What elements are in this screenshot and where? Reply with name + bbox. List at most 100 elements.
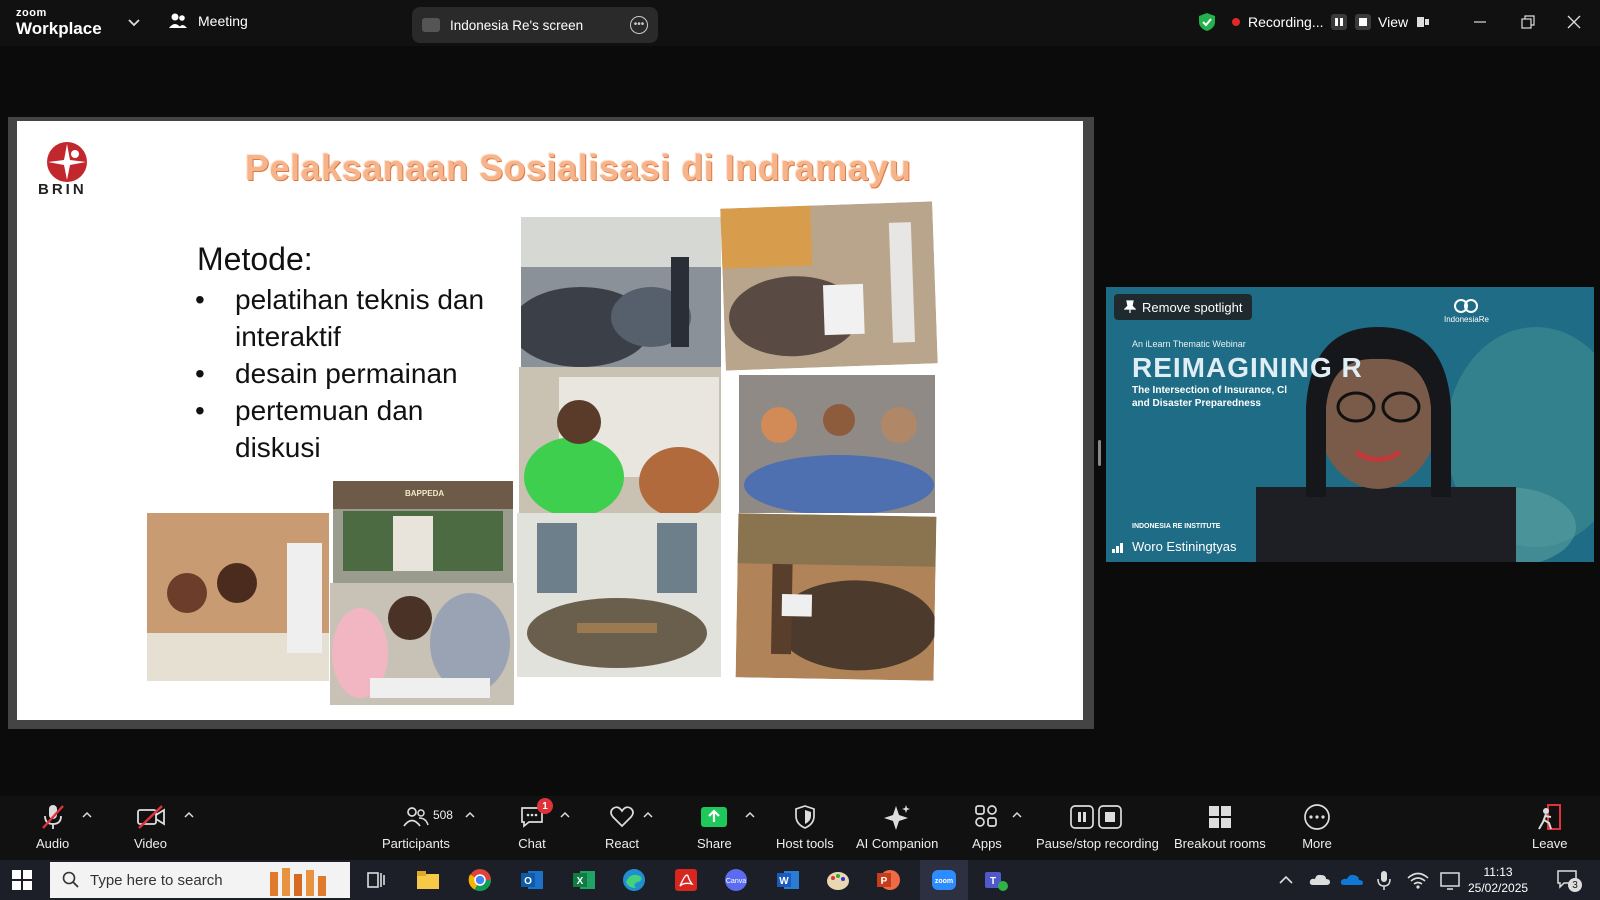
photo-floor-discussion bbox=[739, 375, 935, 513]
pause-stop-recording-button[interactable]: Pause/stop recording bbox=[1036, 802, 1159, 851]
share-button[interactable]: Share bbox=[697, 802, 732, 851]
close-icon bbox=[1567, 15, 1581, 29]
restore-icon bbox=[1521, 15, 1535, 29]
photo-village-meeting bbox=[517, 513, 721, 677]
microphone-tray-icon[interactable] bbox=[1370, 866, 1398, 894]
more-options-icon[interactable]: ••• bbox=[630, 16, 648, 34]
indonesiare-logo: IndonesiaRe bbox=[1444, 299, 1489, 324]
close-button[interactable] bbox=[1560, 10, 1588, 34]
meeting-info[interactable]: Meeting bbox=[168, 12, 248, 30]
chat-unread-badge: 1 bbox=[537, 798, 553, 814]
react-button[interactable]: React bbox=[605, 802, 639, 851]
ai-companion-label: AI Companion bbox=[856, 836, 939, 851]
chat-options-chevron-icon[interactable] bbox=[560, 810, 570, 820]
restore-button[interactable] bbox=[1514, 10, 1542, 34]
chat-label: Chat bbox=[518, 836, 546, 851]
excel-icon[interactable]: X bbox=[570, 866, 598, 894]
chat-button[interactable]: 1 Chat bbox=[517, 798, 553, 851]
participants-options-chevron-icon[interactable] bbox=[465, 810, 475, 820]
video-button[interactable]: Video bbox=[134, 802, 167, 851]
screen-share-icon bbox=[422, 18, 440, 32]
recording-status: Recording... bbox=[1198, 12, 1372, 32]
meeting-icon bbox=[169, 13, 187, 28]
more-icon bbox=[1304, 804, 1330, 830]
show-hidden-icons-chevron-icon[interactable] bbox=[1272, 866, 1300, 894]
file-explorer-icon[interactable] bbox=[414, 866, 442, 894]
pause-stop-recording-label: Pause/stop recording bbox=[1036, 836, 1159, 851]
leave-label: Leave bbox=[1532, 836, 1568, 851]
svg-text:zoom: zoom bbox=[935, 878, 953, 885]
participants-button[interactable]: 508 Participants bbox=[382, 802, 453, 851]
teams-icon[interactable]: T bbox=[982, 866, 1010, 894]
search-highlight-icon bbox=[270, 868, 326, 896]
meeting-controls-toolbar: Audio Video 508 Participants 1 Chat Reac… bbox=[0, 796, 1600, 860]
speaker-video-tile[interactable]: An iLearn Thematic Webinar REIMAGINING R… bbox=[1106, 287, 1594, 562]
ai-companion-button[interactable]: AI Companion bbox=[856, 802, 938, 851]
leave-button[interactable]: Leave bbox=[1532, 802, 1567, 851]
display-settings-icon[interactable] bbox=[1436, 866, 1464, 894]
method-item: pertemuan dan diskusi bbox=[195, 392, 495, 466]
zoom-workplace-logo[interactable]: zoom Workplace bbox=[16, 8, 102, 38]
video-off-icon bbox=[136, 805, 165, 829]
react-options-chevron-icon[interactable] bbox=[643, 810, 653, 820]
zoom-window: zoom Workplace Meeting Indonesia Re's sc… bbox=[0, 0, 1600, 900]
notification-center-button[interactable]: 3 bbox=[1556, 868, 1582, 892]
split-resize-handle[interactable] bbox=[1098, 440, 1101, 466]
chrome-icon[interactable] bbox=[466, 866, 494, 894]
photo-village-meeting-image bbox=[517, 513, 721, 677]
video-label: Video bbox=[134, 836, 168, 851]
edge-icon[interactable] bbox=[620, 866, 648, 894]
recording-dot-icon bbox=[1232, 18, 1240, 26]
outlook-icon[interactable]: O bbox=[518, 866, 546, 894]
speaker-video-image bbox=[1106, 287, 1594, 562]
indonesiare-logo-icon bbox=[1454, 299, 1479, 313]
shared-screen-pill[interactable]: Indonesia Re's screen ••• bbox=[412, 7, 658, 43]
apps-button[interactable]: Apps bbox=[972, 802, 1002, 851]
view-menu[interactable]: View bbox=[1378, 14, 1430, 30]
stop-recording-button[interactable] bbox=[1355, 14, 1372, 30]
webinar-title: REIMAGINING R bbox=[1132, 352, 1363, 383]
shield-icon bbox=[795, 805, 815, 829]
method-item: pelatihan teknis dan interaktif bbox=[195, 281, 495, 355]
word-icon[interactable]: W bbox=[774, 866, 802, 894]
wifi-icon[interactable] bbox=[1404, 866, 1432, 894]
method-heading: Metode: bbox=[197, 241, 313, 277]
photo-field-gathering-image bbox=[735, 513, 937, 681]
encryption-shield-icon[interactable] bbox=[1198, 12, 1216, 32]
zoom-icon[interactable]: zoom bbox=[930, 866, 958, 894]
taskbar-clock[interactable]: 11:13 25/02/2025 bbox=[1468, 864, 1528, 896]
breakout-rooms-label: Breakout rooms bbox=[1174, 836, 1266, 851]
powerpoint-icon[interactable]: P bbox=[874, 866, 902, 894]
audio-button[interactable]: Audio bbox=[36, 802, 69, 851]
photo-workshop-table bbox=[147, 513, 329, 681]
more-button[interactable]: More bbox=[1302, 802, 1332, 851]
breakout-rooms-button[interactable]: Breakout rooms bbox=[1174, 802, 1266, 851]
windows-start-icon[interactable] bbox=[12, 870, 32, 890]
video-options-chevron-icon[interactable] bbox=[184, 810, 194, 820]
acrobat-icon[interactable] bbox=[672, 866, 700, 894]
pause-stop-recording-icon bbox=[1070, 805, 1123, 829]
remove-spotlight-label: Remove spotlight bbox=[1142, 299, 1243, 315]
notification-count-badge: 3 bbox=[1568, 878, 1582, 892]
photo-group-work-image bbox=[330, 583, 514, 705]
brand-name: Workplace bbox=[16, 19, 102, 38]
paint-icon[interactable] bbox=[824, 866, 852, 894]
svg-text:O: O bbox=[524, 876, 532, 887]
canva-icon[interactable]: Canva bbox=[722, 866, 750, 894]
onedrive-icon[interactable] bbox=[1338, 866, 1366, 894]
task-view-icon[interactable] bbox=[362, 866, 390, 894]
chevron-down-icon[interactable] bbox=[126, 14, 142, 30]
apps-options-chevron-icon[interactable] bbox=[1012, 810, 1022, 820]
host-tools-button[interactable]: Host tools bbox=[776, 802, 834, 851]
remove-spotlight-button[interactable]: Remove spotlight bbox=[1114, 294, 1253, 320]
taskbar-search-input[interactable]: Type here to search bbox=[50, 862, 350, 898]
pause-recording-button[interactable] bbox=[1331, 14, 1348, 30]
minimize-button[interactable] bbox=[1466, 10, 1494, 34]
search-placeholder: Type here to search bbox=[90, 871, 223, 889]
audio-options-chevron-icon[interactable] bbox=[82, 810, 92, 820]
weather-cloud-icon[interactable] bbox=[1306, 866, 1334, 894]
share-options-chevron-icon[interactable] bbox=[745, 810, 755, 820]
webinar-line-1: The Intersection of Insurance, Cl bbox=[1132, 385, 1288, 396]
svg-text:P: P bbox=[881, 876, 888, 887]
method-item: desain permainan bbox=[195, 355, 495, 392]
